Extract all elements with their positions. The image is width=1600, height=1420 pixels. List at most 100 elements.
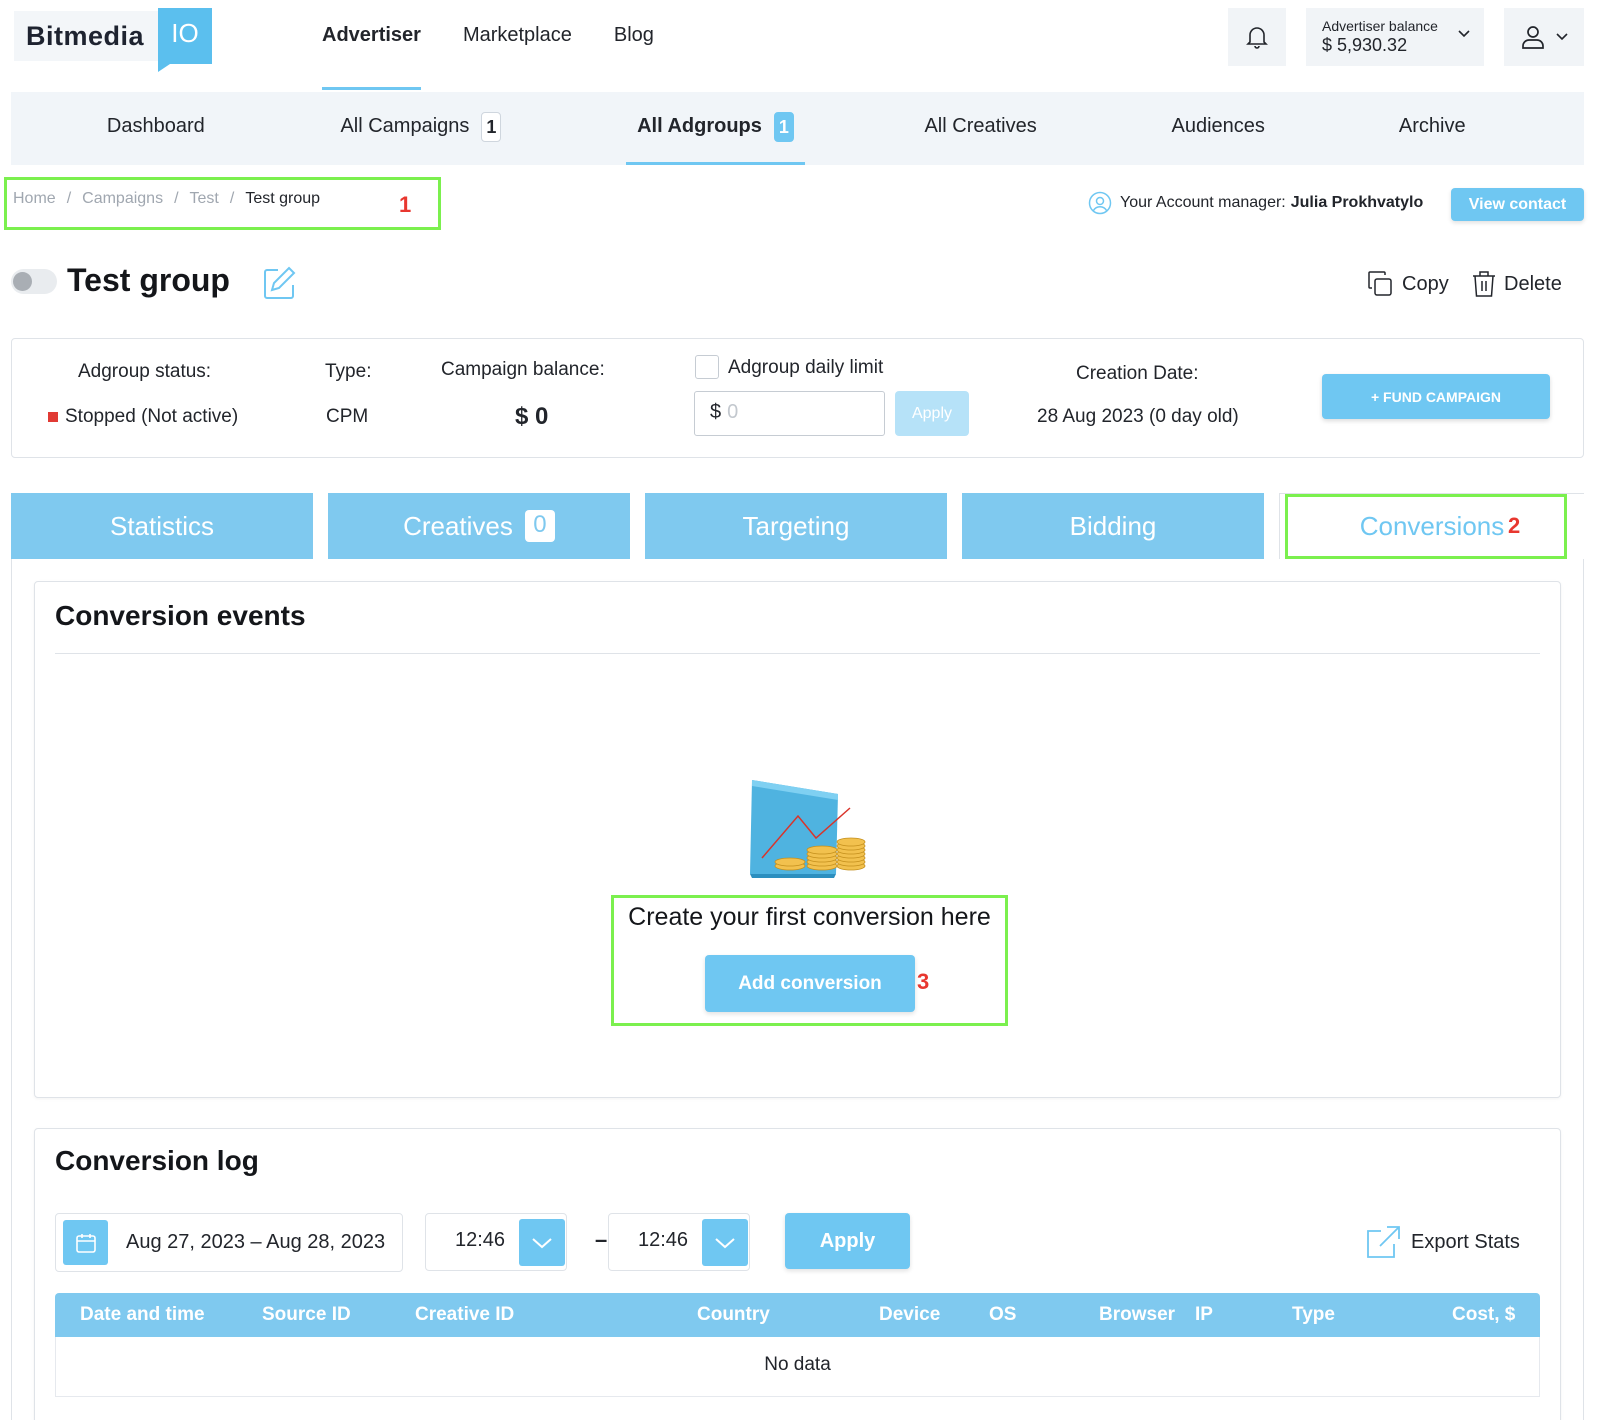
add-conversion-button[interactable]: Add conversion bbox=[705, 955, 915, 1012]
conversion-log-card: Conversion log Aug 27, 2023 – Aug 28, 20… bbox=[34, 1128, 1561, 1420]
status-value-wrap: Stopped (Not active) bbox=[48, 406, 238, 428]
time-to-dropdown[interactable] bbox=[702, 1219, 748, 1266]
chart-coins-illustration bbox=[750, 780, 866, 878]
subnav-label: All Adgroups bbox=[637, 115, 762, 137]
breadcrumb-current: Test group bbox=[245, 190, 321, 207]
chevron-down-icon bbox=[532, 1237, 552, 1248]
subnav-label: All Campaigns bbox=[340, 115, 470, 137]
subnav-archive[interactable]: Archive bbox=[1281, 92, 1584, 165]
tab-bidding[interactable]: Bidding bbox=[962, 493, 1264, 559]
edit-icon[interactable] bbox=[262, 265, 298, 301]
apply-filter-button[interactable]: Apply bbox=[785, 1213, 910, 1269]
type-label: Type: bbox=[325, 361, 372, 382]
column-header[interactable]: Date and time bbox=[80, 1293, 205, 1337]
copy-label: Copy bbox=[1402, 272, 1449, 295]
page-title: Test group bbox=[67, 262, 230, 298]
conversions-content: Conversion events Create your first conv… bbox=[11, 559, 1584, 1420]
daily-limit-checkbox[interactable] bbox=[695, 355, 719, 379]
user-menu-button[interactable] bbox=[1504, 8, 1584, 66]
tab-label: Creatives bbox=[403, 510, 513, 541]
tab-statistics[interactable]: Statistics bbox=[11, 493, 313, 559]
annotation-marker-1: 1 bbox=[399, 192, 412, 217]
breadcrumb-separator: / bbox=[229, 190, 235, 207]
column-header[interactable]: Device bbox=[879, 1293, 940, 1337]
conversion-log-title: Conversion log bbox=[55, 1145, 259, 1176]
user-circle-icon bbox=[1088, 191, 1112, 215]
subnav-audiences[interactable]: Audiences bbox=[1156, 92, 1281, 165]
tab-targeting[interactable]: Targeting bbox=[645, 493, 947, 559]
time-to-value: 12:46 bbox=[638, 1229, 689, 1251]
creatives-count-badge: 0 bbox=[524, 510, 555, 542]
daily-limit-input[interactable]: $0 bbox=[694, 391, 885, 436]
breadcrumb-separator: / bbox=[66, 190, 72, 207]
column-header[interactable]: Country bbox=[697, 1293, 770, 1337]
column-header[interactable]: Type bbox=[1292, 1293, 1335, 1337]
date-range-picker[interactable]: Aug 27, 2023 – Aug 28, 2023 bbox=[55, 1213, 403, 1272]
nav-blog[interactable]: Blog bbox=[614, 0, 654, 92]
account-manager: Your Account manager: Julia Prokhvatylo bbox=[1088, 190, 1423, 216]
time-from-value: 12:46 bbox=[455, 1229, 506, 1251]
annotation-marker-3: 3 bbox=[917, 969, 930, 994]
creation-date-label: Creation Date: bbox=[1076, 363, 1199, 384]
conversion-events-title: Conversion events bbox=[55, 600, 306, 631]
time-from-dropdown[interactable] bbox=[519, 1219, 565, 1266]
subnav-label: Dashboard bbox=[106, 115, 205, 137]
user-icon bbox=[1522, 26, 1544, 49]
subnav-label: All Creatives bbox=[924, 115, 1037, 137]
brand-name: Bitmedia bbox=[14, 11, 159, 61]
balance-value: $ 5,930.32 bbox=[1322, 35, 1408, 55]
subnav-dashboard[interactable]: Dashboard bbox=[11, 92, 301, 165]
calendar-icon bbox=[75, 1233, 96, 1253]
notifications-button[interactable] bbox=[1228, 8, 1286, 66]
subnav-all-adgroups[interactable]: All Adgroups 1 bbox=[625, 92, 806, 165]
empty-state: Create your first conversion here Add co… bbox=[611, 895, 1008, 1026]
column-header[interactable]: IP bbox=[1195, 1293, 1213, 1337]
top-header: Bitmedia IO Advertiser Marketplace Blog … bbox=[0, 0, 1600, 92]
nav-marketplace[interactable]: Marketplace bbox=[463, 0, 572, 92]
column-header[interactable]: Cost, $ bbox=[1452, 1293, 1515, 1337]
breadcrumb-test[interactable]: Test bbox=[190, 190, 219, 207]
nav-advertiser[interactable]: Advertiser bbox=[322, 0, 421, 92]
currency-prefix: $ bbox=[710, 401, 722, 423]
time-to-select[interactable]: 12:46 bbox=[608, 1213, 750, 1271]
subnav-all-creatives[interactable]: All Creatives bbox=[805, 92, 1156, 165]
bell-icon bbox=[1246, 27, 1268, 49]
conversion-log-table-header: Date and time Source ID Creative ID Coun… bbox=[55, 1293, 1540, 1337]
sub-nav: Dashboard All Campaigns 1 All Adgroups 1 A… bbox=[11, 92, 1584, 165]
copy-button[interactable]: Copy bbox=[1366, 270, 1449, 298]
empty-state-text: Create your first conversion here bbox=[628, 903, 991, 931]
delete-label: Delete bbox=[1504, 272, 1562, 295]
calendar-button[interactable] bbox=[63, 1220, 108, 1265]
export-stats-button[interactable]: Export Stats bbox=[1365, 1225, 1520, 1259]
time-from-select[interactable]: 12:46 bbox=[425, 1213, 567, 1271]
daily-limit-apply-button[interactable]: Apply bbox=[895, 391, 969, 436]
tab-creatives[interactable]: Creatives 0 bbox=[328, 493, 630, 559]
tab-label: Bidding bbox=[1069, 510, 1157, 541]
creation-date-value: 28 Aug 2023 (0 day old) bbox=[1037, 406, 1239, 427]
brand-logo[interactable]: Bitmedia IO bbox=[14, 8, 213, 72]
no-data-message: No data bbox=[764, 1354, 831, 1375]
manager-name: Julia Prokhvatylo bbox=[1290, 194, 1424, 211]
fund-campaign-button[interactable]: + FUND CAMPAIGN bbox=[1322, 374, 1550, 419]
column-header[interactable]: Source ID bbox=[262, 1293, 351, 1337]
subnav-all-campaigns[interactable]: All Campaigns 1 bbox=[301, 92, 542, 165]
campaigns-count-badge: 1 bbox=[481, 111, 502, 142]
adgroups-count-badge: 1 bbox=[773, 111, 794, 142]
breadcrumb-campaigns[interactable]: Campaigns bbox=[82, 190, 163, 207]
advertiser-balance[interactable]: Advertiser balance $ 5,930.32 bbox=[1306, 8, 1484, 66]
manager-label: Your Account manager: bbox=[1120, 194, 1286, 211]
breadcrumb: Home / Campaigns / Test / Test group 1 bbox=[4, 177, 441, 230]
breadcrumb-home[interactable]: Home bbox=[13, 190, 56, 207]
column-header[interactable]: OS bbox=[989, 1293, 1016, 1337]
export-icon bbox=[1367, 1226, 1400, 1258]
campaign-balance-label: Campaign balance: bbox=[441, 359, 605, 380]
brand-suffix: IO bbox=[158, 8, 213, 72]
view-contact-button[interactable]: View contact bbox=[1451, 188, 1584, 221]
divider bbox=[55, 653, 1540, 654]
status-label: Adgroup status: bbox=[78, 361, 212, 382]
chevron-down-icon bbox=[1556, 33, 1568, 41]
column-header[interactable]: Browser bbox=[1099, 1293, 1175, 1337]
column-header[interactable]: Creative ID bbox=[415, 1293, 514, 1337]
delete-button[interactable]: Delete bbox=[1472, 270, 1562, 298]
adgroup-active-toggle[interactable] bbox=[11, 269, 57, 294]
